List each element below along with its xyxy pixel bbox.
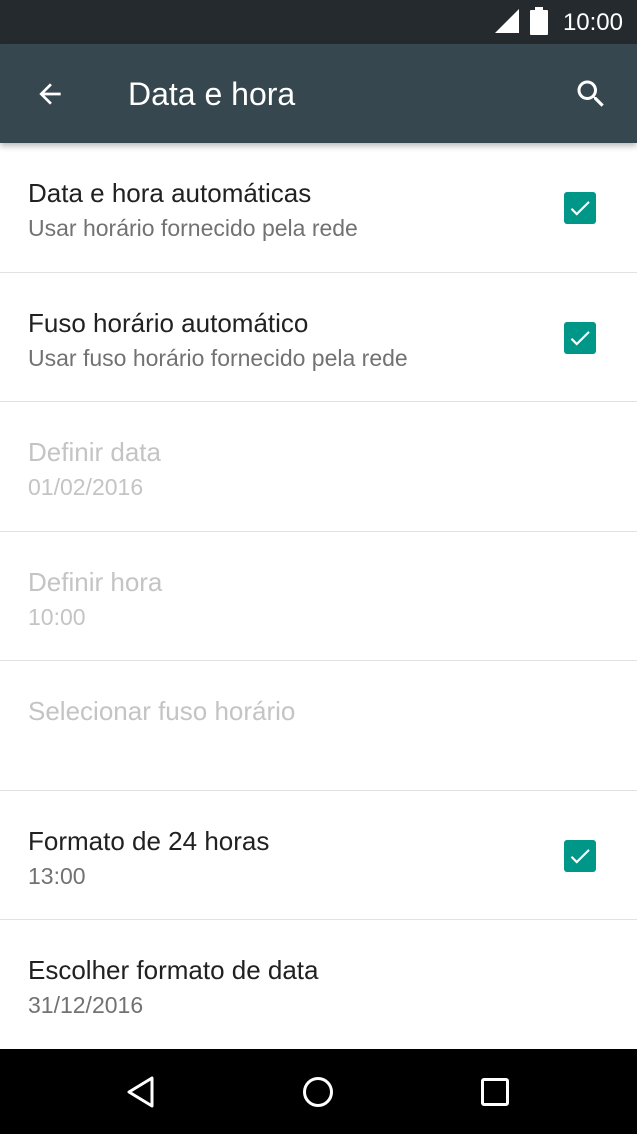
setting-title: Data e hora automáticas (28, 178, 312, 208)
setting-summary: 31/12/2016 (28, 992, 144, 1018)
search-button[interactable] (561, 64, 621, 124)
search-icon (577, 80, 604, 107)
automatic-date-time-checkbox[interactable] (564, 192, 596, 224)
status-bar: 10:00 (0, 0, 637, 44)
setting-date-format[interactable]: Escolher formato de data 31/12/2016 (0, 920, 637, 1050)
24-hour-format-checkbox[interactable] (564, 839, 596, 872)
automatic-time-zone-checkbox[interactable] (564, 321, 596, 354)
setting-select-time-zone: Selecionar fuso horário (0, 661, 637, 791)
nav-home-icon[interactable] (295, 1069, 341, 1115)
setting-summary: 01/02/2016 (28, 474, 144, 500)
navigation-bar (0, 1049, 637, 1134)
setting-title: Formato de 24 horas (28, 825, 270, 856)
checkmark-icon (570, 201, 590, 216)
setting-automatic-time-zone[interactable]: Fuso horário automático Usar fuso horári… (0, 273, 637, 402)
nav-recents-icon[interactable] (472, 1069, 518, 1115)
setting-summary: Usar fuso horário fornecido pela rede (28, 344, 408, 371)
settings-list: Data e hora automáticas Usar horário for… (0, 143, 637, 1049)
page-title: Data e hora (128, 76, 296, 112)
setting-title: Selecionar fuso horário (28, 696, 296, 726)
setting-automatic-date-time[interactable]: Data e hora automáticas Usar horário for… (0, 143, 637, 273)
setting-title: Definir data (28, 437, 161, 467)
setting-set-time: Definir hora 10:00 (0, 532, 637, 661)
setting-summary: Usar horário fornecido pela rede (28, 215, 358, 241)
setting-summary: 10:00 (28, 603, 86, 630)
setting-title: Definir hora (28, 566, 163, 597)
setting-24-hour-format[interactable]: Formato de 24 horas 13:00 (0, 791, 637, 920)
checkmark-icon (570, 330, 590, 346)
checkmark-icon (570, 848, 590, 864)
setting-title: Fuso horário automático (28, 307, 309, 338)
app-bar: Data e hora (0, 44, 637, 143)
cell-signal-icon (495, 9, 519, 33)
back-button[interactable] (20, 64, 80, 124)
setting-title: Escolher formato de data (28, 955, 319, 985)
back-arrow-icon (39, 83, 61, 105)
nav-back-icon[interactable] (118, 1069, 164, 1115)
status-time: 10:00 (562, 9, 623, 36)
setting-summary: 13:00 (28, 862, 86, 889)
setting-set-date: Definir data 01/02/2016 (0, 402, 637, 532)
battery-icon (530, 7, 548, 35)
